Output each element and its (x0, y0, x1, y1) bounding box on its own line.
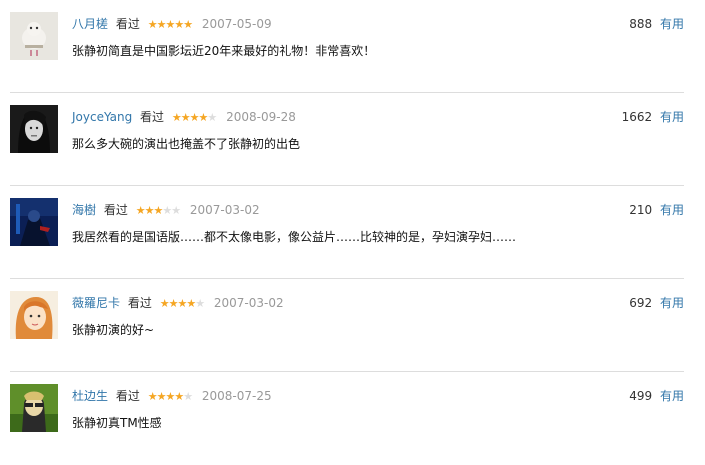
star-empty-icon: ★ (183, 390, 193, 403)
star-empty-icon: ★ (207, 111, 217, 124)
star-filled-icon: ★ (186, 297, 196, 310)
star-filled-icon: ★ (159, 297, 170, 310)
useful-button[interactable]: 有用 (660, 17, 684, 31)
vote-count: 692 (629, 296, 653, 310)
avatar[interactable] (10, 384, 58, 432)
star-filled-icon: ★ (135, 204, 146, 217)
username-link[interactable]: 八月槎 (72, 17, 108, 31)
comment-item: 八月槎 看过 ★★★★★ 2007-05-09 888 有用 张静初简直是中国影… (0, 0, 705, 93)
comment-date: 2007-05-09 (201, 17, 272, 31)
vote-area: 210 有用 (629, 202, 684, 218)
star-filled-icon: ★ (174, 18, 184, 31)
comment-meta: 八月槎 看过 ★★★★★ 2007-05-09 (72, 16, 272, 33)
comment-item: 薇羅尼卡 看过 ★★★★★ 2007-03-02 692 有用 张静初演的好~ (0, 279, 705, 372)
avatar[interactable] (10, 291, 58, 339)
vote-count: 499 (629, 389, 653, 403)
comment-text: 张静初真TM性感 (72, 416, 162, 430)
comment-meta: 海樹 看过 ★★★★★ 2007-03-02 (72, 202, 260, 219)
watch-status: 看过 (103, 203, 128, 217)
useful-button[interactable]: 有用 (660, 389, 684, 403)
comment-item: 杜边生 看过 ★★★★★ 2008-07-25 499 有用 张静初真TM性感 (0, 372, 705, 465)
comment-meta: 杜边生 看过 ★★★★★ 2008-07-25 (72, 388, 272, 405)
vote-area: 888 有用 (629, 16, 684, 32)
rating-stars: ★★★★★ (147, 390, 193, 403)
vote-count: 210 (629, 203, 653, 217)
vote-area: 1662 有用 (622, 109, 684, 125)
rating-stars: ★★★★★ (171, 111, 217, 124)
comment-date: 2008-09-28 (226, 110, 296, 124)
comment-text: 张静初简直是中国影坛近20年来最好的礼物！非常喜欢！ (72, 44, 376, 58)
star-filled-icon: ★ (153, 204, 163, 217)
star-empty-icon: ★ (195, 297, 205, 310)
star-filled-icon: ★ (165, 18, 175, 31)
vote-area: 692 有用 (629, 295, 684, 311)
rating-stars: ★★★★★ (147, 18, 193, 31)
useful-button[interactable]: 有用 (660, 296, 684, 310)
vote-count: 888 (629, 17, 653, 31)
vote-count: 1662 (621, 110, 653, 124)
comment-date: 2007-03-02 (189, 203, 260, 217)
username-link[interactable]: 薇羅尼卡 (72, 296, 120, 310)
star-empty-icon: ★ (171, 204, 181, 217)
avatar[interactable] (10, 105, 58, 153)
comment-date: 2007-03-02 (213, 296, 284, 310)
comment-text: 我居然看的是国语版……都不太像电影，像公益片……比较神的是，孕妇演孕妇…… (72, 230, 517, 244)
useful-button[interactable]: 有用 (660, 110, 684, 124)
rating-stars: ★★★★★ (135, 204, 181, 217)
comment-item: JoyceYang 看过 ★★★★★ 2008-09-28 1662 有用 那么… (0, 93, 705, 186)
star-filled-icon: ★ (183, 18, 193, 31)
comment-date: 2008-07-25 (201, 389, 272, 403)
rating-stars: ★★★★★ (159, 297, 205, 310)
star-filled-icon: ★ (177, 297, 187, 310)
comment-meta: 薇羅尼卡 看过 ★★★★★ 2007-03-02 (72, 295, 284, 312)
vote-area: 499 有用 (629, 388, 684, 404)
comment-item: 海樹 看过 ★★★★★ 2007-03-02 210 有用 我居然看的是国语版…… (0, 186, 705, 279)
comment-text: 那么多大碗的演出也掩盖不了张静初的出色 (72, 137, 301, 151)
watch-status: 看过 (115, 17, 140, 31)
avatar[interactable] (10, 12, 58, 60)
star-empty-icon: ★ (162, 204, 172, 217)
watch-status: 看过 (140, 110, 165, 124)
comment-meta: JoyceYang 看过 ★★★★★ 2008-09-28 (72, 109, 296, 126)
star-filled-icon: ★ (174, 390, 184, 403)
username-link[interactable]: JoyceYang (72, 110, 132, 124)
star-filled-icon: ★ (147, 18, 158, 31)
username-link[interactable]: 海樹 (72, 203, 96, 217)
username-link[interactable]: 杜边生 (72, 389, 108, 403)
star-filled-icon: ★ (165, 390, 175, 403)
avatar[interactable] (10, 198, 58, 246)
watch-status: 看过 (127, 296, 152, 310)
watch-status: 看过 (115, 389, 140, 403)
star-filled-icon: ★ (147, 390, 158, 403)
star-filled-icon: ★ (171, 111, 182, 124)
comment-text: 张静初演的好~ (72, 323, 155, 337)
star-filled-icon: ★ (189, 111, 200, 124)
useful-button[interactable]: 有用 (660, 203, 684, 217)
star-filled-icon: ★ (180, 111, 191, 124)
